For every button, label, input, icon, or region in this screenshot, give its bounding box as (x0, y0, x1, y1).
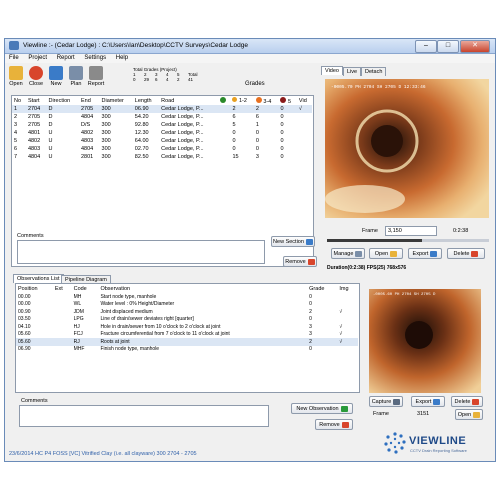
table-row[interactable]: 00.00 WL Water level : 0% Height/Diameter 0 (16, 301, 358, 309)
folder-icon (390, 250, 398, 257)
tab-live[interactable]: Live (343, 67, 362, 76)
close-circle-icon (29, 66, 43, 80)
grade-5-icon (280, 96, 287, 103)
observation-comments-label: Comments (21, 398, 48, 404)
table-row[interactable]: 2 2705 D 4804 300 54.20 Cedar Lodge, P... 6 6 0 (12, 113, 312, 121)
new-document-icon (49, 66, 63, 80)
close-button[interactable]: ✕ (460, 40, 490, 53)
grade-2-icon (232, 97, 238, 102)
tab-video[interactable]: Video (321, 66, 343, 75)
report-icon (89, 66, 103, 80)
project-totals: Total Grades (Project) 1 2 3 4 5 Total 0 29 6 4 2… (133, 67, 198, 82)
pipe-still-frame (369, 289, 481, 393)
delete-icon (341, 421, 349, 428)
section-comments-field[interactable] (17, 240, 265, 264)
grade-1-icon (219, 96, 226, 103)
viewline-logo: VIEWLINE CCTV Drain Reporting Software (383, 431, 493, 459)
delete-icon (471, 250, 479, 257)
table-row[interactable]: 05.60 FCJ Fracture circumferential from 7 … (16, 331, 358, 339)
table-row[interactable]: 3 2705 D D/S 300 92.80 Cedar Lodge, P... 5 1 0 (12, 121, 312, 129)
window-title: Viewline :- (Cedar Lodge) : C:\Users\Ian… (23, 42, 248, 49)
menu-project[interactable]: Project (28, 54, 47, 63)
menu-settings[interactable]: Settings (84, 54, 106, 63)
table-row[interactable]: 05.60 RJ Roots at joint 2 √ (16, 338, 358, 346)
menu-help[interactable]: Help (116, 54, 128, 63)
frame-input[interactable]: 3,150 (385, 226, 437, 236)
menu-report[interactable]: Report (57, 54, 75, 63)
sections-header: No Start Direction End Diameter Length R… (14, 96, 307, 105)
viewline-logo-icon (384, 432, 406, 454)
video-player[interactable]: -0005.70 PH 2704 SH 2705 D 12:33:46 (325, 79, 489, 218)
open-video-button[interactable]: Open (369, 248, 403, 259)
remove-section-button[interactable]: Remove (283, 256, 317, 267)
minimize-button[interactable]: – (415, 40, 437, 53)
table-row[interactable]: 03.50 LPG Line of drain/sewer deviates rig… (16, 316, 358, 324)
close-project-button[interactable]: Close (27, 64, 45, 87)
observations-header: Position Ext Code Observation Grade Img (18, 285, 349, 292)
add-icon (340, 405, 348, 412)
time-readout: 0:2:38 (453, 228, 469, 234)
observation-comments-field[interactable] (19, 405, 269, 427)
open-still-button[interactable]: Open (455, 409, 483, 420)
logo-wordmark: VIEWLINE (409, 435, 467, 447)
export-video-button[interactable]: Export (408, 248, 442, 259)
app-icon (9, 41, 19, 50)
table-row[interactable]: 1 2704 D 2705 300 06.90 Cedar Lodge, P... 2 2 0 √ (12, 105, 312, 113)
tab-observations-list[interactable]: Observations List (13, 274, 64, 283)
video-duration-info: Duration(0:2:38) FPS(25) 768x576 (327, 265, 407, 271)
delete-still-button[interactable]: Delete (451, 396, 483, 407)
table-row[interactable]: 4 4801 U 4802 300 12.30 Cedar Lodge, P... 0 0 0 (12, 129, 312, 137)
app-window: Viewline :- (Cedar Lodge) : C:\Users\Ian… (4, 38, 496, 462)
delete-icon (472, 398, 480, 405)
table-row[interactable]: 06.90 MHF Finish node type, manhole 0 (16, 346, 358, 354)
table-row[interactable]: 00.90 JDM Joint displaced medium 2 √ (16, 308, 358, 316)
export-still-button[interactable]: Export (411, 396, 445, 407)
video-progress-bar[interactable] (327, 239, 489, 242)
title-bar: Viewline :- (Cedar Lodge) : C:\Users\Ian… (5, 39, 495, 54)
screen: { "window": { "title": "Viewline :- (Ced… (0, 0, 500, 500)
tab-detach[interactable]: Detach (361, 67, 387, 76)
delete-icon (307, 258, 315, 265)
plan-icon (69, 66, 83, 80)
table-row[interactable]: 00.00 MH Start node type, manhole 0 (16, 293, 358, 301)
open-button[interactable]: Open (7, 64, 25, 87)
table-row[interactable]: 04.10 HJ Hole in drain/sewer from 10 o'clo… (16, 323, 358, 331)
status-text: 23/6/2014 HC P4 FOSS [VC] Vitrified Clay… (9, 451, 197, 457)
still-frame-value: 3151 (417, 411, 430, 417)
video-overlay-text: -0005.70 PH 2704 SH 2705 D 12:33:46 (331, 85, 426, 90)
capture-button[interactable]: Capture (369, 396, 403, 407)
manage-icon (355, 250, 363, 257)
delete-video-button[interactable]: Delete (447, 248, 485, 259)
section-comments-label: Comments (17, 233, 44, 239)
menu-file[interactable]: File (9, 54, 19, 63)
folder-icon (473, 411, 481, 418)
table-row[interactable]: 5 4802 U 4803 300 64.00 Cedar Lodge, P... 0 0 0 (12, 137, 312, 145)
report-button[interactable]: Report (87, 64, 105, 87)
frame-label: Frame (362, 228, 378, 234)
pipe-video-frame (325, 79, 489, 218)
add-icon (305, 238, 313, 245)
still-frame-label: Frame (373, 411, 389, 417)
grades-label: Grades (245, 81, 265, 87)
export-icon (433, 398, 441, 405)
logo-tagline: CCTV Drain Reporting Software (410, 448, 467, 453)
menu-bar: File Project Report Settings Help (5, 54, 495, 63)
new-observation-button[interactable]: New Observation (291, 403, 353, 414)
plan-button[interactable]: Plan (67, 64, 85, 87)
folder-icon (9, 66, 23, 80)
grade-3-icon (255, 96, 262, 103)
table-row[interactable]: 7 4804 U 2801 300 82.50 Cedar Lodge, P... 15 3 0 (12, 153, 312, 161)
table-row[interactable]: 6 4803 U 4804 300 02.70 Cedar Lodge, P... 0 0 0 (12, 145, 312, 153)
observation-still-image: -0005.60 PH 2704 SH 2705 D (369, 289, 481, 393)
video-progress-fill (327, 239, 422, 242)
new-button[interactable]: New (47, 64, 65, 87)
remove-observation-button[interactable]: Remove (315, 419, 353, 430)
export-icon (430, 250, 438, 257)
manage-button[interactable]: Manage (331, 248, 365, 259)
maximize-button[interactable]: □ (437, 40, 459, 53)
still-overlay-text: -0005.60 PH 2704 SH 2705 D (373, 293, 436, 297)
camera-icon (393, 398, 401, 405)
observations-table[interactable]: Position Ext Code Observation Grade Img … (15, 283, 360, 393)
new-section-button[interactable]: New Section (271, 236, 315, 247)
